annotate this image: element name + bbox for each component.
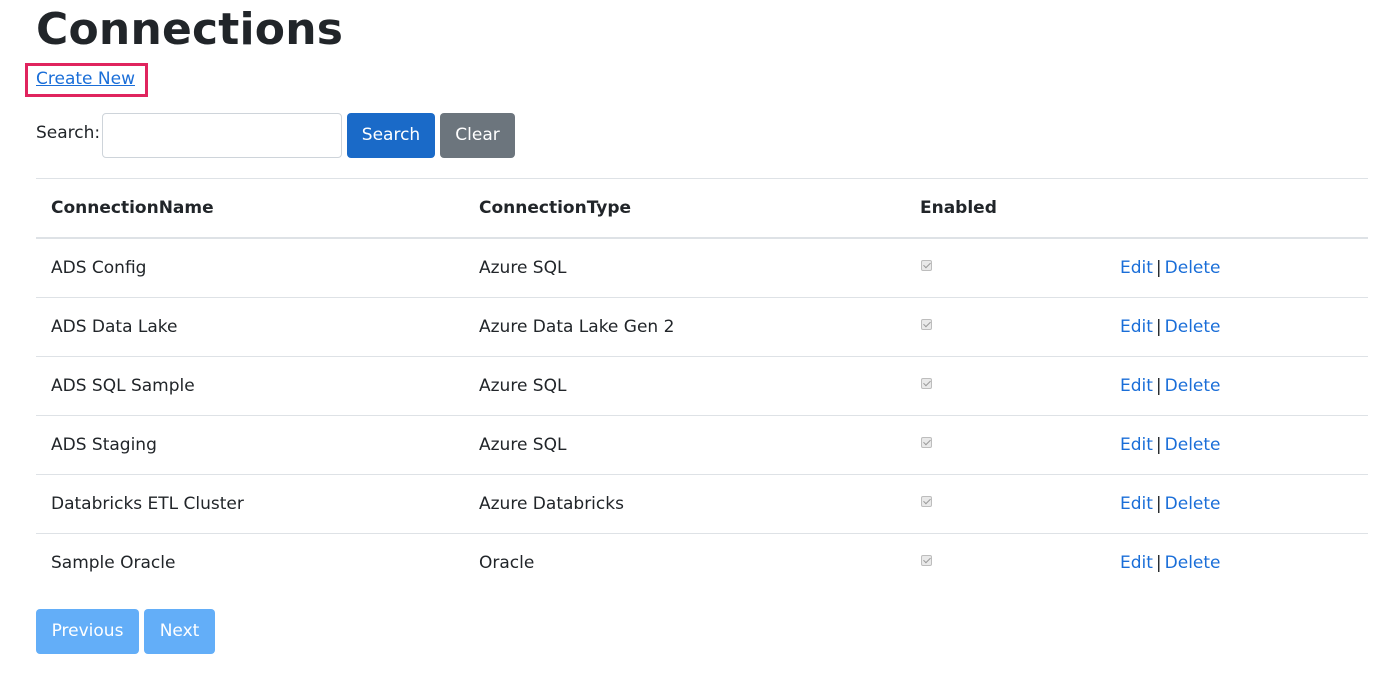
column-header-actions [1120, 178, 1368, 239]
enabled-checkbox [921, 319, 932, 330]
delete-link[interactable]: Delete [1165, 435, 1221, 455]
table-row: ADS Config Azure SQL Edit | Delete [36, 238, 1368, 298]
enabled-checkbox [921, 555, 932, 566]
table-header-row: ConnectionName ConnectionType Enabled [36, 178, 1368, 239]
edit-link[interactable]: Edit [1120, 494, 1153, 514]
connection-type-cell: Azure Data Lake Gen 2 [479, 297, 920, 357]
enabled-checkbox [921, 260, 932, 271]
connection-name-cell: ADS Staging [36, 415, 479, 475]
connection-type-cell: Azure SQL [479, 238, 920, 298]
connections-table: ConnectionName ConnectionType Enabled AD… [36, 178, 1368, 592]
connection-name-cell: ADS SQL Sample [36, 356, 479, 416]
edit-link[interactable]: Edit [1120, 376, 1153, 396]
connection-type-cell: Azure Databricks [479, 474, 920, 534]
action-separator: | [1155, 553, 1162, 573]
connection-type-cell: Azure SQL [479, 356, 920, 416]
actions-cell: Edit | Delete [1120, 474, 1368, 534]
enabled-cell [920, 415, 1120, 475]
search-button[interactable]: Search [347, 113, 435, 158]
connection-name-cell: Databricks ETL Cluster [36, 474, 479, 534]
actions-cell: Edit | Delete [1120, 297, 1368, 357]
connection-name-cell: ADS Config [36, 238, 479, 298]
column-header-connection-type: ConnectionType [479, 178, 920, 239]
create-new-link[interactable]: Create New [36, 68, 135, 90]
delete-link[interactable]: Delete [1165, 317, 1221, 337]
enabled-cell [920, 238, 1120, 298]
edit-link[interactable]: Edit [1120, 258, 1153, 278]
table-row: ADS Data Lake Azure Data Lake Gen 2 Edit | D… [36, 297, 1368, 357]
table-body: ADS Config Azure SQL Edit | Delete ADS Data L… [36, 238, 1368, 592]
action-separator: | [1155, 435, 1162, 455]
page-title: Connections [36, 4, 344, 55]
enabled-checkbox [921, 378, 932, 389]
delete-link[interactable]: Delete [1165, 553, 1221, 573]
table-row: Sample Oracle Oracle Edit | Delete [36, 534, 1368, 593]
connection-name-cell: ADS Data Lake [36, 297, 479, 357]
action-separator: | [1155, 376, 1162, 396]
actions-cell: Edit | Delete [1120, 415, 1368, 475]
delete-link[interactable]: Delete [1165, 376, 1221, 396]
previous-button[interactable]: Previous [36, 609, 139, 654]
actions-cell: Edit | Delete [1120, 534, 1368, 593]
connections-page: Connections Create New Search: Search Cl… [0, 0, 1380, 689]
table-row: ADS SQL Sample Azure SQL Edit | Delete [36, 356, 1368, 416]
enabled-cell [920, 297, 1120, 357]
connection-type-cell: Oracle [479, 553, 535, 573]
action-separator: | [1155, 258, 1162, 278]
column-header-connection-name: ConnectionName [36, 178, 479, 239]
search-label: Search: [36, 123, 101, 143]
enabled-cell [920, 356, 1120, 416]
next-button[interactable]: Next [144, 609, 215, 654]
action-separator: | [1155, 494, 1162, 514]
table-row: Databricks ETL Cluster Azure Databricks Ed… [36, 474, 1368, 534]
action-separator: | [1155, 317, 1162, 337]
edit-link[interactable]: Edit [1120, 435, 1153, 455]
enabled-cell [920, 534, 1120, 593]
edit-link[interactable]: Edit [1120, 553, 1153, 573]
column-header-enabled: Enabled [920, 178, 1120, 239]
enabled-cell [920, 474, 1120, 534]
actions-cell: Edit | Delete [1120, 356, 1368, 416]
connection-name-cell: Sample Oracle [51, 553, 176, 573]
actions-cell: Edit | Delete [1120, 238, 1368, 298]
enabled-checkbox [921, 496, 932, 507]
delete-link[interactable]: Delete [1165, 494, 1221, 514]
enabled-checkbox [921, 437, 932, 448]
table-row: ADS Staging Azure SQL Edit | Delete [36, 415, 1368, 475]
edit-link[interactable]: Edit [1120, 317, 1153, 337]
clear-button[interactable]: Clear [440, 113, 515, 158]
connection-type-cell: Azure SQL [479, 415, 920, 475]
search-input[interactable] [102, 113, 342, 158]
delete-link[interactable]: Delete [1165, 258, 1221, 278]
